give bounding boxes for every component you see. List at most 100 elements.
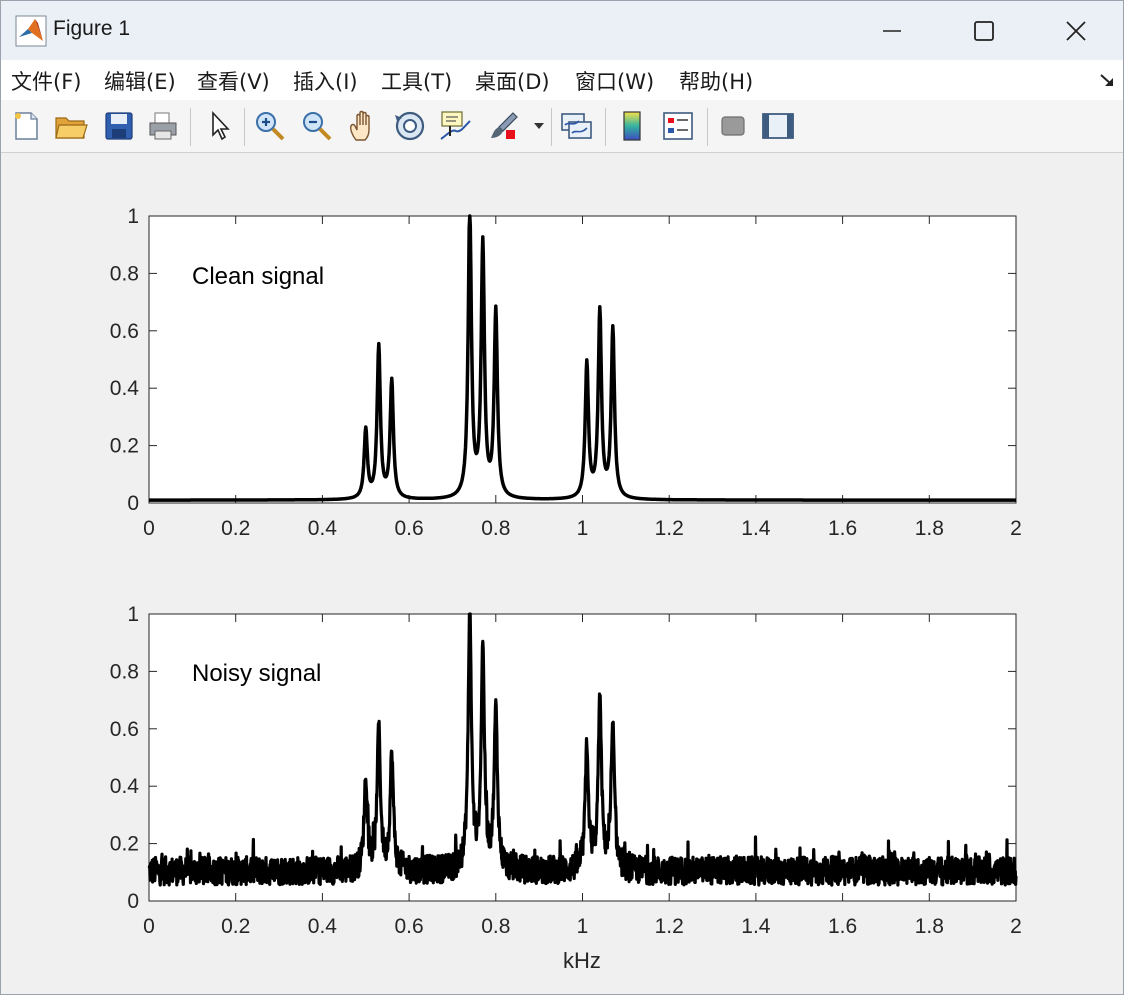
x-tick-label: 0.4 (308, 915, 338, 938)
x-tick-label: 1.8 (915, 517, 944, 540)
window-title: Figure 1 (53, 17, 131, 40)
zoom-in-icon (256, 112, 285, 141)
colorbar-icon (623, 111, 641, 141)
open-file-button[interactable] (52, 106, 90, 146)
y-tick-label: 0.6 (110, 320, 139, 343)
x-tick-label: 0.6 (394, 517, 423, 540)
y-tick-label: 0.4 (110, 775, 140, 798)
brush-dropdown-button[interactable] (529, 106, 549, 146)
brush-button[interactable] (485, 106, 523, 146)
y-tick-labels: 0 0.2 0.4 0.6 0.8 1 (110, 205, 140, 515)
menu-tools[interactable]: 工具(T) (381, 66, 452, 96)
y-tick-label: 0 (127, 492, 139, 515)
toolbar-separator (190, 108, 191, 146)
y-tick-label: 0.2 (110, 833, 139, 856)
x-tick-label: 1.4 (741, 915, 771, 938)
minimize-button[interactable] (846, 1, 938, 60)
x-axis-label: kHz (563, 948, 601, 973)
close-icon (1066, 20, 1086, 41)
y-tick-label: 0.2 (110, 435, 139, 458)
x-tick-labels: 0 0.2 0.4 0.6 0.8 1 1.2 1.4 1.6 1.8 2 (143, 915, 1022, 938)
x-tick-label: 1.6 (828, 915, 857, 938)
new-figure-icon (15, 112, 38, 140)
x-tick-label: 1.2 (655, 915, 684, 938)
hide-plot-tools-icon (721, 116, 745, 136)
x-tick-label: 1.8 (915, 915, 944, 938)
new-figure-button[interactable] (7, 106, 45, 146)
y-tick-label: 1 (127, 205, 139, 228)
x-tick-label: 2 (1010, 517, 1022, 540)
plot-annotation: Clean signal (192, 263, 324, 290)
data-cursor-icon (440, 111, 471, 140)
x-tick-label: 0.8 (481, 915, 510, 938)
menu-file[interactable]: 文件(F) (11, 66, 81, 96)
y-tick-label: 1 (127, 603, 139, 626)
maximize-icon (974, 20, 994, 41)
pan-button[interactable] (345, 106, 383, 146)
select-arrow-icon (212, 110, 230, 141)
brush-icon (491, 112, 518, 139)
show-plot-tools-icon (762, 113, 794, 139)
legend-button[interactable] (659, 106, 697, 146)
x-tick-label: 0 (143, 517, 155, 540)
link-plot-icon (561, 113, 592, 139)
y-tick-label: 0 (127, 890, 139, 913)
zoom-in-button[interactable] (251, 106, 289, 146)
close-button[interactable] (1030, 1, 1122, 60)
menu-bar: 文件(F) 编辑(E) 查看(V) 插入(I) 工具(T) 桌面(D) 窗口(W… (1, 60, 1123, 100)
menu-desktop[interactable]: 桌面(D) (475, 66, 550, 96)
dock-arrow-icon[interactable] (1099, 72, 1115, 88)
save-icon (105, 112, 133, 140)
x-tick-label: 1.2 (655, 517, 684, 540)
data-cursor-button[interactable] (436, 106, 474, 146)
save-button[interactable] (100, 106, 138, 146)
menu-insert[interactable]: 插入(I) (293, 66, 358, 96)
select-button[interactable] (201, 106, 239, 146)
maximize-button[interactable] (938, 1, 1030, 60)
x-tick-label: 0.8 (481, 517, 510, 540)
x-tick-label: 1.4 (741, 517, 771, 540)
matlab-logo-icon (15, 15, 47, 47)
rotate-3d-button[interactable] (391, 106, 429, 146)
pan-hand-icon (350, 110, 370, 141)
colorbar-button[interactable] (613, 106, 651, 146)
axes-bottom[interactable]: 0 0.2 0.4 0.6 0.8 1 0 0.2 0.4 0.6 0.8 1 1.2 1.4 1.6 1.… (110, 603, 1022, 973)
x-tick-label: 0.6 (394, 915, 423, 938)
y-tick-label: 0.4 (110, 377, 140, 400)
figure-canvas: 0 0.2 0.4 0.6 0.8 1 0 0.2 0.4 0.6 0.8 1 1.2 1.4 1.6 1.… (1, 153, 1123, 994)
zoom-out-button[interactable] (298, 106, 336, 146)
axes-top[interactable]: 0 0.2 0.4 0.6 0.8 1 0 0.2 0.4 0.6 0.8 1 1.2 1.4 1.6 1.… (110, 205, 1022, 540)
x-tick-label: 1 (577, 915, 589, 938)
rotate-3d-icon (395, 111, 425, 141)
plot-canvas: 0 0.2 0.4 0.6 0.8 1 0 0.2 0.4 0.6 0.8 1 1.2 1.4 1.6 1.… (110, 205, 1022, 973)
toolbar-separator (551, 108, 552, 146)
show-plot-tools-button[interactable] (759, 106, 797, 146)
x-tick-label: 2 (1010, 915, 1022, 938)
title-bar[interactable]: Figure 1 (1, 1, 1123, 60)
y-tick-label: 0.8 (110, 660, 139, 683)
print-icon (149, 112, 177, 140)
figure-toolbar (1, 100, 1123, 153)
x-tick-label: 0 (143, 915, 155, 938)
axes-background (148, 613, 1017, 902)
brush-dropdown-icon (534, 123, 544, 129)
zoom-out-icon (303, 112, 332, 141)
print-button[interactable] (144, 106, 182, 146)
x-tick-label: 1 (577, 517, 589, 540)
open-file-icon (55, 117, 88, 139)
y-tick-label: 0.8 (110, 262, 139, 285)
hide-plot-tools-button[interactable] (714, 106, 752, 146)
link-plot-button[interactable] (558, 106, 596, 146)
y-tick-labels: 0 0.2 0.4 0.6 0.8 1 (110, 603, 140, 913)
menu-view[interactable]: 查看(V) (197, 66, 270, 96)
minimize-icon (883, 29, 901, 32)
x-tick-label: 0.4 (308, 517, 338, 540)
x-tick-label: 1.6 (828, 517, 857, 540)
toolbar-separator (244, 108, 245, 146)
menu-help[interactable]: 帮助(H) (679, 66, 753, 96)
legend-icon (663, 112, 693, 140)
x-tick-label: 0.2 (221, 517, 250, 540)
menu-edit[interactable]: 编辑(E) (104, 66, 176, 96)
menu-window[interactable]: 窗口(W) (575, 66, 654, 96)
plot-annotation: Noisy signal (192, 660, 321, 687)
